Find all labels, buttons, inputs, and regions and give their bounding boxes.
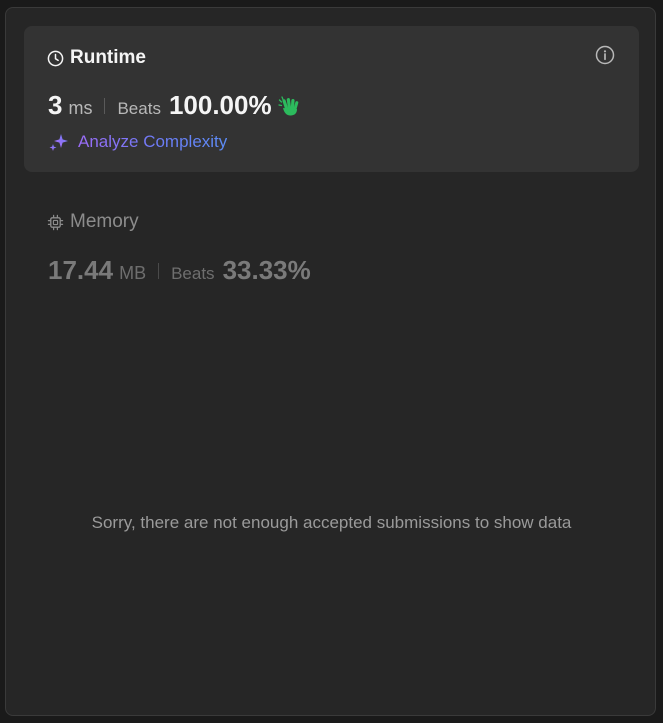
analyze-complexity-button[interactable]: Analyze Complexity bbox=[48, 131, 227, 153]
runtime-beats-label: Beats bbox=[117, 99, 161, 118]
memory-value: 17.44 bbox=[48, 255, 114, 285]
runtime-beats-value: 100.00% bbox=[168, 90, 272, 120]
runtime-header: Runtime bbox=[47, 47, 146, 69]
memory-stats: 17.44 MB Beats 33.33% bbox=[48, 255, 311, 286]
runtime-title: Runtime bbox=[70, 47, 146, 68]
divider bbox=[104, 97, 106, 114]
sparkle-icon bbox=[48, 131, 70, 153]
memory-beats-label: Beats bbox=[171, 264, 215, 283]
runtime-memory-panel: Runtime 3 ms Beats 100.00% Analyze Compl… bbox=[5, 7, 656, 716]
memory-card[interactable]: Memory 17.44 MB Beats 33.33% bbox=[24, 194, 639, 294]
chip-icon bbox=[47, 214, 64, 231]
divider bbox=[158, 262, 160, 279]
empty-distribution-message: Sorry, there are not enough accepted sub… bbox=[91, 513, 572, 532]
runtime-card[interactable]: Runtime 3 ms Beats 100.00% Analyze Compl… bbox=[24, 26, 639, 172]
memory-unit: MB bbox=[119, 263, 147, 283]
runtime-value: 3 bbox=[48, 90, 63, 120]
clap-icon bbox=[277, 95, 301, 117]
info-icon[interactable] bbox=[595, 45, 615, 65]
runtime-unit: ms bbox=[68, 98, 93, 118]
runtime-stats: 3 ms Beats 100.00% bbox=[48, 90, 301, 121]
memory-header: Memory bbox=[47, 211, 139, 233]
analyze-complexity-label: Analyze Complexity bbox=[78, 132, 228, 151]
memory-beats-value: 33.33% bbox=[222, 255, 311, 285]
clock-icon bbox=[47, 50, 64, 67]
memory-title: Memory bbox=[70, 211, 139, 232]
